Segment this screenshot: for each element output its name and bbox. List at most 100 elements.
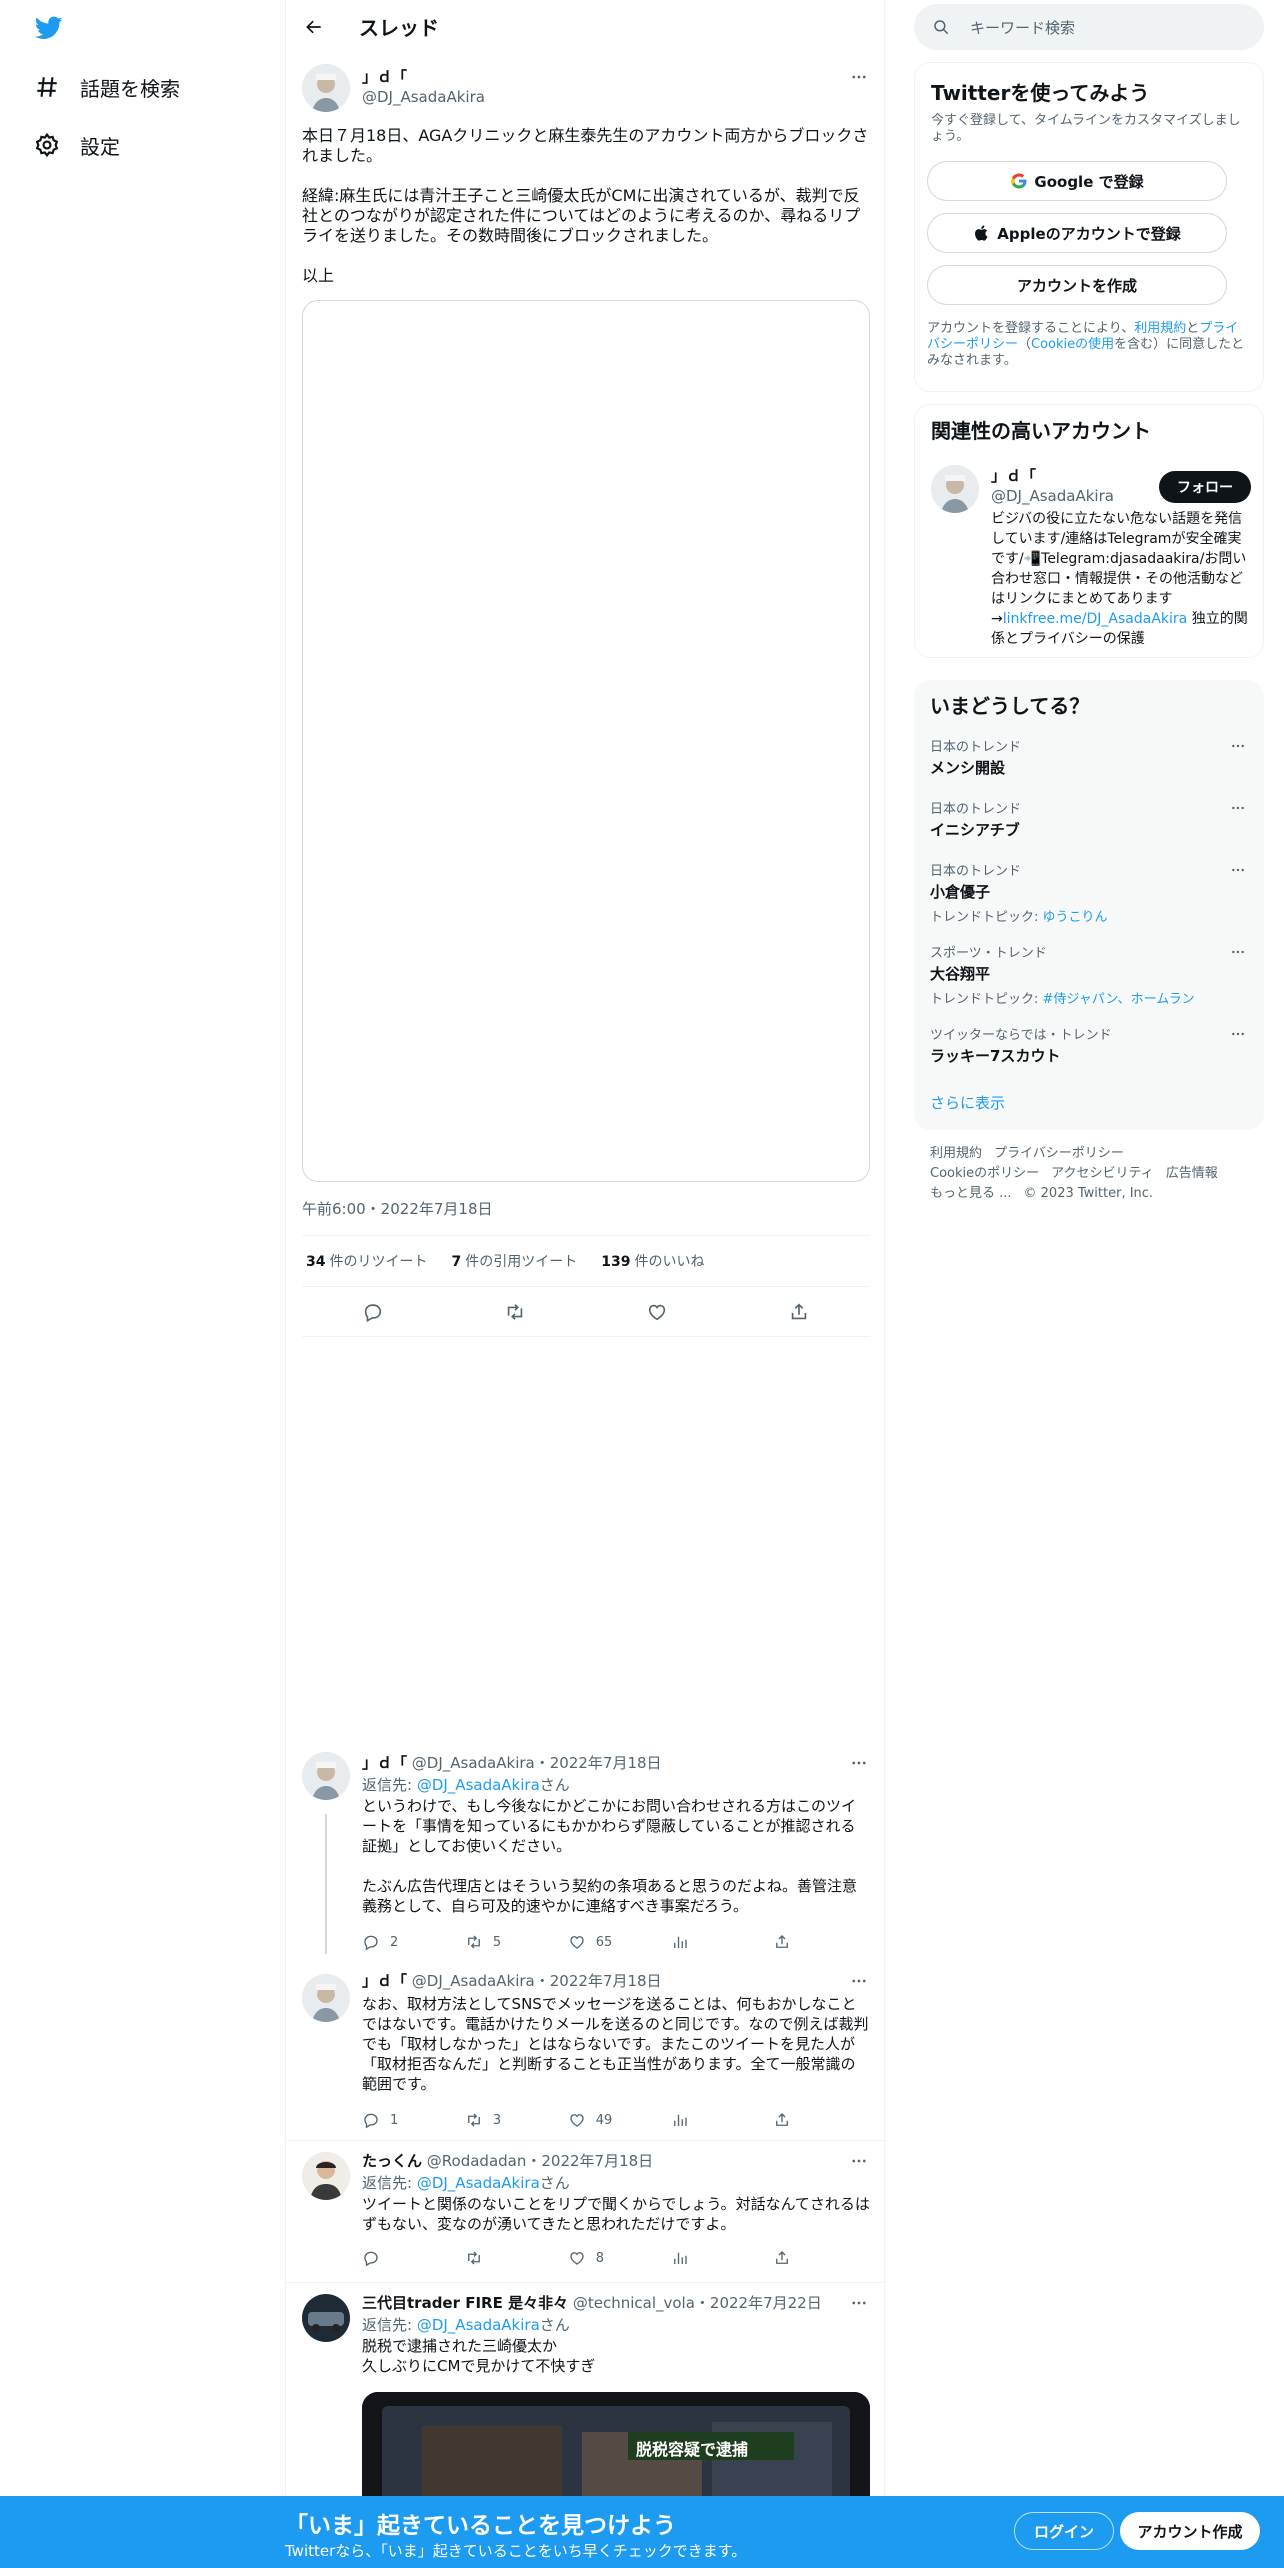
- terms-link[interactable]: 利用規約: [1134, 321, 1186, 336]
- retweet-button[interactable]: [465, 2246, 568, 2270]
- search-input[interactable]: キーワード検索: [914, 4, 1264, 50]
- reply-author-name[interactable]: 三代目trader FIRE 是々非々: [362, 2294, 568, 2312]
- thread-header: スレッド: [286, 0, 886, 54]
- cookie-link[interactable]: Cookieの使用: [1031, 337, 1114, 352]
- more-options-icon[interactable]: [848, 1970, 870, 1992]
- avatar[interactable]: [302, 1752, 350, 1800]
- reply-to-link[interactable]: @DJ_AsadaAkira: [417, 1776, 540, 1794]
- create-account-button[interactable]: アカウントを作成: [927, 265, 1227, 305]
- twitter-logo-icon[interactable]: [33, 14, 65, 42]
- avatar[interactable]: [302, 2152, 350, 2200]
- like-count[interactable]: 139 件のいいね: [601, 1251, 704, 1271]
- retweet-icon[interactable]: [503, 1300, 527, 1324]
- avatar[interactable]: [302, 1974, 350, 2022]
- reply-tweet[interactable]: たっくん @Rodadadan・2022年7月18日 返信先: @DJ_Asad…: [286, 2150, 886, 2278]
- reply-button[interactable]: [362, 2246, 465, 2270]
- related-account-name[interactable]: 」ｄ「: [991, 465, 1036, 486]
- reply-text: というわけで、もし今後なにかどこかにお問い合わせされる方はこのツイートを「事情を…: [362, 1797, 858, 1915]
- reply-author-name[interactable]: 」ｄ「: [362, 1754, 407, 1772]
- reply-header: 三代目trader FIRE 是々非々 @technical_vola・2022…: [362, 2292, 822, 2313]
- login-button[interactable]: ログイン: [1014, 2512, 1114, 2550]
- tweet-text: 本日７月18日、AGAクリニックと麻生泰先生のアカウント両方からブロックされまし…: [302, 126, 870, 306]
- like-button[interactable]: 49: [568, 2108, 671, 2132]
- share-icon[interactable]: [787, 1300, 811, 1324]
- signup-button[interactable]: アカウント作成: [1120, 2512, 1260, 2550]
- reply-author-name[interactable]: たっくん: [362, 2152, 422, 2170]
- author-name[interactable]: 」ｄ「: [362, 66, 407, 87]
- like-button[interactable]: 8: [568, 2246, 671, 2270]
- reply-button[interactable]: 2: [362, 1930, 465, 1954]
- reply-media-image[interactable]: 脱税容疑で逮捕: [362, 2392, 870, 2512]
- show-more-link[interactable]: さらに表示: [930, 1092, 1005, 1113]
- tweet-paragraph: 以上: [302, 266, 335, 285]
- like-icon[interactable]: [645, 1300, 669, 1324]
- trend-item[interactable]: ツイッターならでは・トレンド ラッキー7スカウト: [930, 1024, 1248, 1066]
- more-options-icon[interactable]: [1228, 798, 1248, 818]
- avatar[interactable]: [302, 2294, 350, 2342]
- signup-card: Twitterを使ってみよう 今すぐ登録して、タイムラインをカスタマイズしましょ…: [914, 62, 1264, 392]
- reply-handle-date[interactable]: @DJ_AsadaAkira・2022年7月18日: [412, 1972, 662, 1990]
- reply-header: 」ｄ「 @DJ_AsadaAkira・2022年7月18日: [362, 1752, 662, 1773]
- trend-item[interactable]: 日本のトレンド イニシアチブ: [930, 798, 1248, 840]
- share-button[interactable]: [773, 2108, 802, 2132]
- trend-topic-link[interactable]: ゆうこりん: [1043, 910, 1108, 925]
- like-button[interactable]: 65: [568, 1930, 671, 1954]
- analytics-button[interactable]: [671, 1930, 774, 1954]
- back-arrow-icon[interactable]: [298, 11, 330, 43]
- nav-settings[interactable]: 設定: [34, 125, 120, 165]
- nav-explore[interactable]: 話題を検索: [34, 67, 180, 107]
- reply-tweet[interactable]: 」ｄ「 @DJ_AsadaAkira・2022年7月18日 なお、取材方法として…: [286, 1970, 886, 2140]
- signup-card-subtitle: 今すぐ登録して、タイムラインをカスタマイズしましょう。: [931, 113, 1241, 144]
- reply-icon[interactable]: [361, 1300, 385, 1324]
- trend-topic-link[interactable]: #侍ジャパン、ホームラン: [1043, 992, 1195, 1007]
- signup-legal-text: アカウントを登録することにより、利用規約とプライバシーポリシー（Cookieの使…: [927, 321, 1245, 368]
- reply-handle-date[interactable]: @DJ_AsadaAkira・2022年7月18日: [412, 1754, 662, 1772]
- hashtag-icon: [37, 77, 57, 97]
- footer-more-link[interactable]: もっと見る ...: [930, 1186, 1012, 1201]
- nav-settings-label: 設定: [80, 134, 120, 159]
- trend-item[interactable]: スポーツ・トレンド 大谷翔平 トレンドトピック: #侍ジャパン、ホームラン: [930, 942, 1248, 1007]
- trend-item[interactable]: 日本のトレンド メンシ開設: [930, 736, 1248, 778]
- more-options-icon[interactable]: [848, 2150, 870, 2172]
- related-account-handle[interactable]: @DJ_AsadaAkira: [991, 487, 1114, 505]
- more-options-icon[interactable]: [1228, 736, 1248, 756]
- more-options-icon[interactable]: [1228, 860, 1248, 880]
- apple-signup-button[interactable]: Appleのアカウントで登録: [927, 213, 1227, 253]
- reply-to-link[interactable]: @DJ_AsadaAkira: [417, 2174, 540, 2192]
- more-options-icon[interactable]: [848, 2292, 870, 2314]
- follow-button[interactable]: フォロー: [1159, 471, 1251, 503]
- share-button[interactable]: [773, 1930, 802, 1954]
- footer-terms-link[interactable]: 利用規約: [930, 1146, 982, 1161]
- retweet-count[interactable]: 34 件のリツイート: [306, 1251, 427, 1271]
- retweet-button[interactable]: 3: [465, 2108, 568, 2132]
- reply-tweet[interactable]: 三代目trader FIRE 是々非々 @technical_vola・2022…: [286, 2292, 886, 2512]
- author-handle[interactable]: @DJ_AsadaAkira: [362, 88, 485, 106]
- more-options-icon[interactable]: [1228, 942, 1248, 962]
- google-signup-button[interactable]: Google で登録: [927, 161, 1227, 201]
- avatar[interactable]: [931, 465, 979, 513]
- trend-item[interactable]: 日本のトレンド 小倉優子 トレンドトピック: ゆうこりん: [930, 860, 1248, 925]
- reply-button[interactable]: 1: [362, 2108, 465, 2132]
- share-button[interactable]: [773, 2246, 802, 2270]
- reply-author-name[interactable]: 」ｄ「: [362, 1972, 407, 1990]
- bio-link[interactable]: linkfree.me/DJ_AsadaAkira: [1003, 611, 1188, 627]
- footer-privacy-link[interactable]: プライバシーポリシー: [994, 1146, 1124, 1161]
- more-options-icon[interactable]: [848, 66, 870, 88]
- footer-ads-link[interactable]: 広告情報: [1166, 1166, 1218, 1181]
- avatar[interactable]: [302, 64, 350, 112]
- analytics-button[interactable]: [671, 2246, 774, 2270]
- footer-accessibility-link[interactable]: アクセシビリティ: [1051, 1166, 1154, 1181]
- analytics-button[interactable]: [671, 2108, 774, 2132]
- reply-to-link[interactable]: @DJ_AsadaAkira: [417, 2316, 540, 2334]
- reply-tweet[interactable]: 」ｄ「 @DJ_AsadaAkira・2022年7月18日 返信先: @DJ_A…: [286, 1752, 886, 1952]
- reply-handle-date[interactable]: @technical_vola・2022年7月22日: [573, 2294, 822, 2312]
- footer-cookie-link[interactable]: Cookieのポリシー: [930, 1166, 1039, 1181]
- more-options-icon[interactable]: [848, 1752, 870, 1774]
- reply-actions: 2 5 65: [362, 1930, 802, 1954]
- more-options-icon[interactable]: [1228, 1024, 1248, 1044]
- retweet-button[interactable]: 5: [465, 1930, 568, 1954]
- tweet-media-embed[interactable]: [302, 300, 870, 1182]
- quote-count[interactable]: 7 件の引用ツイート: [451, 1251, 577, 1271]
- tweet-timestamp[interactable]: 午前6:00・2022年7月18日: [302, 1198, 493, 1219]
- reply-handle-date[interactable]: @Rodadadan・2022年7月18日: [427, 2152, 653, 2170]
